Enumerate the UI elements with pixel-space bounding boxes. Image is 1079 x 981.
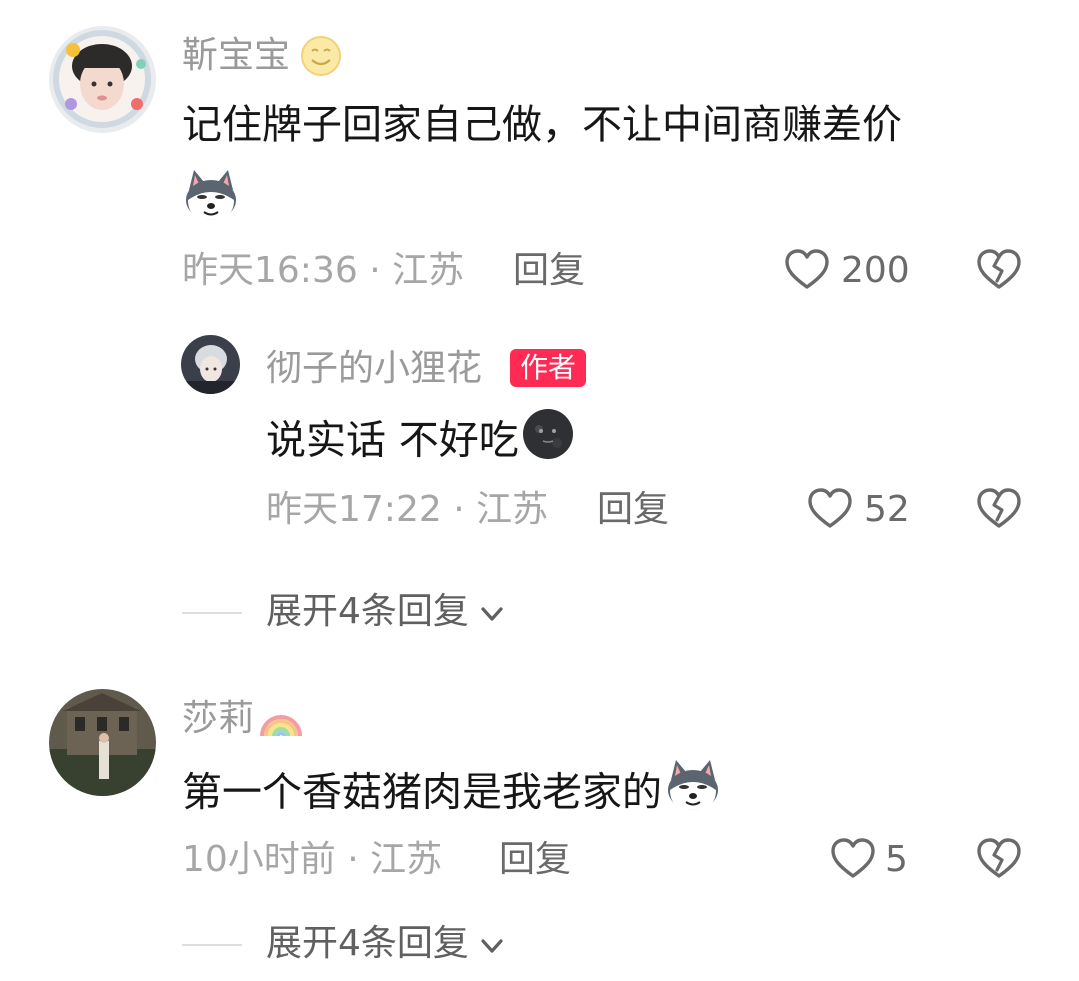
heart-outline-icon: [806, 485, 854, 537]
avatar[interactable]: [181, 335, 240, 394]
comment-text-content: 第一个香菇猪肉是我老家的: [182, 769, 662, 816]
author-badge: 作者: [510, 349, 587, 388]
like-count: 200: [841, 250, 910, 291]
like-count: 5: [885, 839, 908, 880]
broken-heart-icon[interactable]: [975, 835, 1023, 883]
comment-time-location: 10小时前 · 江苏: [182, 839, 443, 880]
like-button[interactable]: 200: [783, 246, 913, 294]
chevron-down-icon: [478, 600, 506, 632]
like-button[interactable]: 52: [806, 485, 914, 533]
expand-replies-button[interactable]: 展开4条回复: [266, 594, 506, 632]
broken-heart-icon[interactable]: [975, 485, 1023, 533]
husky-dog-icon: [182, 166, 240, 224]
heart-outline-icon: [783, 246, 831, 298]
reply-button[interactable]: 回复: [597, 492, 669, 528]
username[interactable]: 彻子的小狸花: [266, 351, 482, 387]
expand-replies-label: 展开4条回复: [266, 923, 469, 964]
avatar[interactable]: [49, 689, 156, 796]
like-count: 52: [864, 489, 910, 530]
comment-time-location: 昨天16:36 · 江苏: [182, 250, 465, 291]
expand-replies-button[interactable]: 展开4条回复: [266, 926, 506, 964]
rainbow-icon: [258, 696, 304, 738]
broken-heart-icon[interactable]: [975, 246, 1023, 294]
reply-time-location: 昨天17:22 · 江苏: [266, 489, 549, 530]
heart-outline-icon: [829, 835, 877, 887]
username[interactable]: 靳宝宝: [182, 38, 290, 74]
divider-line: [182, 944, 242, 946]
reply-text: 说实话 不好吃: [266, 409, 575, 468]
chevron-down-icon: [478, 932, 506, 964]
avatar[interactable]: [49, 26, 156, 133]
reply-button[interactable]: 回复: [513, 253, 585, 289]
comment-text: 记住牌子回家自己做，不让中间商赚差价: [182, 102, 902, 148]
husky-dog-icon: [664, 756, 722, 821]
comment-text: 第一个香菇猪肉是我老家的: [182, 760, 722, 821]
like-button[interactable]: 5: [829, 835, 913, 883]
reply-button[interactable]: 回复: [499, 842, 571, 878]
reply-text-content: 说实话 不好吃: [266, 417, 519, 464]
new-moon-face-icon: [521, 407, 575, 468]
smiley-icon: [300, 35, 342, 77]
expand-replies-label: 展开4条回复: [266, 591, 469, 632]
username[interactable]: 莎莉: [182, 701, 254, 737]
divider-line: [182, 612, 242, 614]
